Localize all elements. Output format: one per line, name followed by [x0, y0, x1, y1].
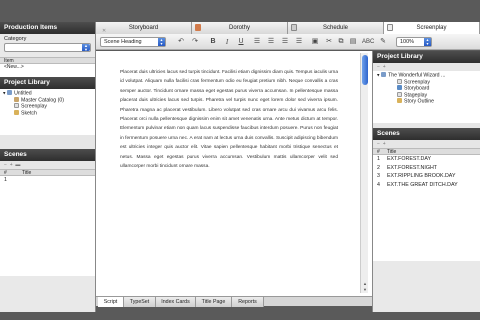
stageplay-icon [397, 91, 402, 97]
select-arrows-icon: ▲ ▼ [158, 38, 165, 46]
undo-icon[interactable]: ↶ [176, 37, 186, 47]
tab-reports[interactable]: Reports [232, 297, 264, 307]
minus-icon[interactable]: − [377, 64, 380, 70]
left-library-tree: ▾ Untitled Master Catalog (0) Screenplay… [0, 89, 95, 135]
disclosure-triangle-icon[interactable]: ▾ [3, 91, 6, 97]
editor-toolbar: Scene Heading ▲ ▼ ↶ ↷ B I U ☰ ☰ ☰ ☰ ▣ ✂ ⧉… [96, 34, 480, 50]
character-icon [195, 24, 201, 31]
scene-row[interactable]: 2 EXT.FOREST.NIGHT [373, 163, 480, 172]
align-center-icon[interactable]: ☰ [266, 37, 276, 47]
copy-icon[interactable]: ⧉ [336, 37, 346, 47]
tree-item-story-outline[interactable]: Story Outline [375, 98, 480, 105]
scene-row[interactable]: 1 EXT.FOREST.DAY [373, 155, 480, 164]
scenes-toolbar: − + ▬ [0, 161, 95, 169]
tab-dorothy[interactable]: Dorothy [192, 22, 288, 34]
project-icon [381, 72, 387, 77]
minus-icon[interactable]: − [4, 162, 7, 168]
left-scenes-header: # Title [0, 169, 95, 176]
screenplay-icon [387, 24, 393, 31]
plus-icon[interactable]: + [383, 141, 386, 147]
plus-icon[interactable]: + [383, 64, 386, 70]
right-scenes-toolbar: − + [373, 140, 480, 148]
select-arrows-icon: ▲ ▼ [424, 38, 431, 46]
tab-screenplay[interactable]: Screenplay [384, 22, 480, 34]
category-label: Category [4, 36, 27, 42]
right-library-title: Project Library [373, 51, 480, 63]
tab-script[interactable]: Script [98, 297, 124, 307]
screenplay-icon [397, 78, 402, 84]
italic-button[interactable]: I [222, 37, 232, 47]
scenes-list-empty-area [373, 189, 480, 261]
align-right-icon[interactable]: ☰ [280, 37, 290, 47]
tree-item-sketch[interactable]: Sketch [0, 109, 95, 116]
project-library-title: Project Library [0, 77, 95, 89]
redo-icon[interactable]: ↷ [190, 37, 200, 47]
screenplay-icon [14, 103, 19, 108]
zoom-select[interactable]: 100% ▲ ▼ [396, 37, 432, 47]
view-mode-tabs: Script TypeSet Index Cards Title Page Re… [96, 296, 372, 307]
note-icon[interactable]: ✎ [378, 37, 388, 47]
image-icon[interactable]: ▣ [310, 37, 320, 47]
scrollbar-thumb[interactable] [362, 55, 368, 85]
justify-icon[interactable]: ☰ [294, 37, 304, 47]
select-arrows-icon: ▲ ▼ [82, 44, 90, 51]
library-toolbar: − + [373, 63, 480, 71]
filter-icon[interactable]: ▬ [15, 162, 20, 168]
paste-icon[interactable]: ▤ [348, 37, 358, 47]
disclosure-triangle-icon[interactable]: ▾ [377, 73, 380, 79]
catalog-icon [14, 96, 19, 102]
scene-row[interactable]: 4 EXT.THE GREAT DITCH.DAY [373, 180, 480, 189]
align-left-icon[interactable]: ☰ [252, 37, 262, 47]
new-item-row[interactable]: <New...> [0, 64, 95, 71]
scroll-arrows-icon[interactable]: ▲ ▼ [361, 281, 369, 293]
outline-icon [397, 98, 402, 103]
underline-button[interactable]: U [236, 37, 246, 47]
bold-button[interactable]: B [208, 37, 218, 47]
schedule-icon [291, 24, 297, 31]
document-tab-bar: ✕ Storyboard Dorothy Schedule Screenplay [96, 22, 480, 34]
production-items-title: Production Items [0, 22, 95, 34]
plus-icon[interactable]: + [10, 162, 13, 168]
right-scenes-title: Scenes [373, 128, 480, 140]
right-scenes-header: # Title [373, 148, 480, 155]
left-sidebar: Production Items Category ▲ ▼ Item <New..… [0, 22, 96, 312]
minus-icon[interactable]: − [377, 141, 380, 147]
spellcheck-icon[interactable]: ABC [362, 37, 374, 47]
sketch-icon [14, 109, 19, 115]
scissors-icon[interactable]: ✂ [324, 37, 334, 47]
tab-index-cards[interactable]: Index Cards [156, 297, 196, 307]
item-list-header[interactable]: Item [0, 57, 95, 64]
right-sidebar: Project Library − + ▾ The Wonderful Wiza… [372, 51, 480, 312]
tab-schedule[interactable]: Schedule [288, 22, 384, 34]
tab-storyboard[interactable]: ✕ Storyboard [96, 22, 192, 34]
editor-scrollbar[interactable]: ▲ ▼ [360, 53, 368, 293]
tab-typeset[interactable]: TypeSet [124, 297, 156, 307]
storyboard-icon [397, 85, 402, 90]
element-style-select[interactable]: Scene Heading ▲ ▼ [100, 37, 166, 47]
app-window: Production Items Category ▲ ▼ Item <New..… [0, 0, 480, 320]
category-select[interactable]: ▲ ▼ [4, 43, 91, 52]
right-library-tree: ▾ The Wonderful Wizard ... Screenplay St… [373, 71, 480, 123]
left-scene-row[interactable]: 1 [0, 176, 95, 276]
project-icon [7, 90, 13, 95]
tab-title-page[interactable]: Title Page [196, 297, 232, 307]
left-scenes-title: Scenes [0, 149, 95, 161]
script-page-text[interactable]: Placerat duis ultricies lacus sed turpis… [120, 68, 338, 171]
scene-row[interactable]: 3 EXT.RIPPLING BROOK.DAY [373, 172, 480, 181]
